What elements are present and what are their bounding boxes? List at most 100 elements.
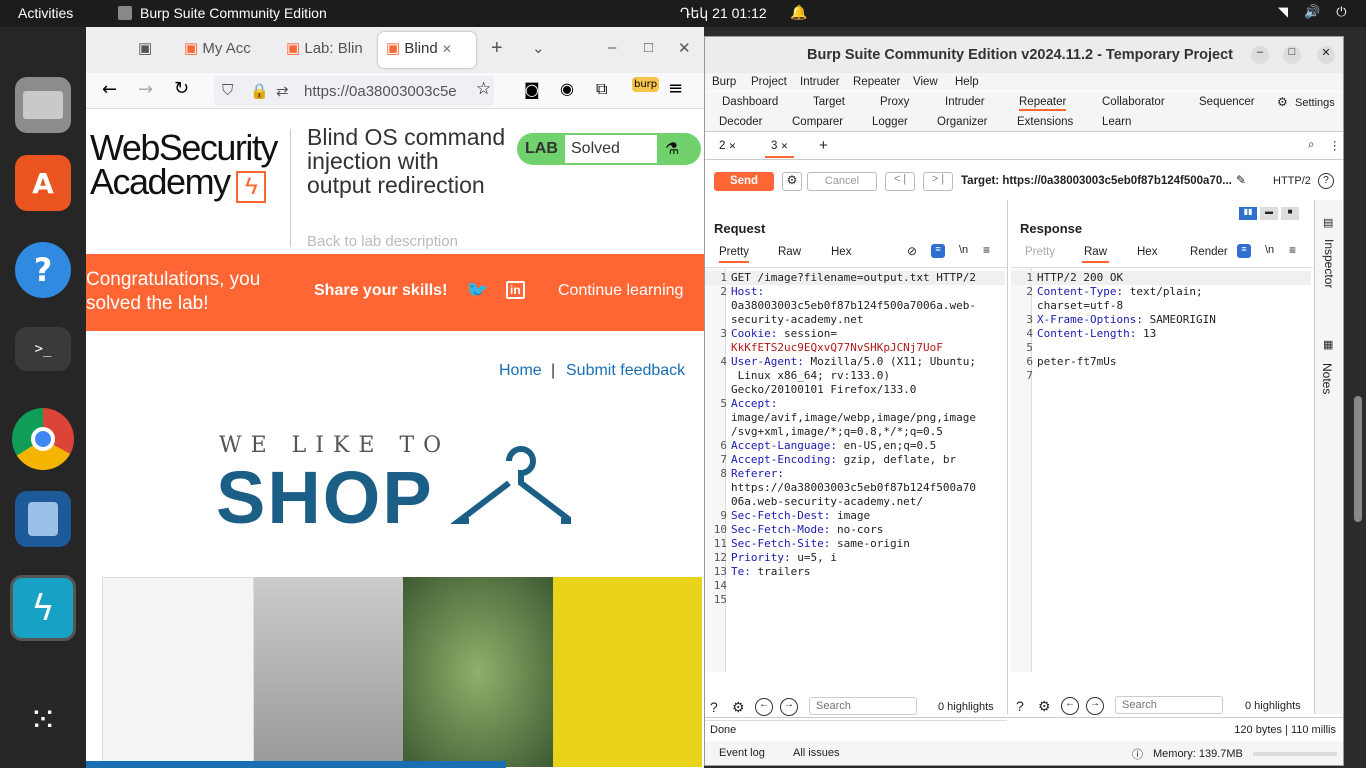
chrome-icon[interactable]	[12, 408, 74, 470]
product-image-man[interactable]	[253, 577, 403, 767]
history-forward-icon[interactable]: > |	[923, 172, 953, 191]
help-circle-icon[interactable]: ?	[710, 699, 718, 715]
close-icon[interactable]: ✕	[781, 141, 789, 151]
tab-repeater[interactable]: Repeater	[1019, 96, 1067, 111]
menu-intruder[interactable]: Intruder	[800, 76, 840, 88]
newline-toggle[interactable]: \n	[959, 244, 968, 256]
newline-toggle[interactable]: \n	[1265, 244, 1274, 256]
clock[interactable]: Դեկ 21 01:12	[680, 5, 767, 22]
help-circle-icon[interactable]: ?	[1016, 698, 1024, 714]
forward-icon[interactable]: →	[138, 79, 153, 100]
close-icon[interactable]: ✕	[729, 141, 737, 151]
menu-project[interactable]: Project	[751, 76, 787, 88]
product-image-sketch[interactable]	[102, 577, 254, 767]
menu-icon[interactable]: ≡	[668, 78, 683, 99]
back-icon[interactable]: ←	[102, 79, 117, 100]
search-icon[interactable]: ⌕	[1308, 139, 1314, 152]
reload-icon[interactable]: ↻	[174, 78, 189, 99]
response-menu-icon[interactable]: ≡	[1289, 243, 1296, 257]
account-icon[interactable]: ◉	[560, 79, 574, 98]
cancel-button[interactable]: Cancel	[807, 172, 877, 191]
help-circle-icon[interactable]: ?	[1318, 173, 1334, 189]
software-store-icon[interactable]: A	[15, 155, 71, 211]
more-options-icon[interactable]: ⋮	[1329, 138, 1341, 152]
maximize-icon[interactable]: □	[644, 39, 653, 56]
tab-organizer[interactable]: Organizer	[937, 116, 988, 128]
virtualbox-icon[interactable]	[15, 491, 71, 547]
system-tray[interactable]: ◥ 🔊 ⏻	[1278, 4, 1346, 20]
wrap-icon[interactable]: ≡	[931, 244, 945, 258]
history-back-icon[interactable]: < |	[885, 172, 915, 191]
tab-dashboard[interactable]: Dashboard	[722, 96, 778, 108]
browser-tab-blind-active[interactable]: ▣ Blind ✕	[378, 32, 476, 68]
minimize-icon[interactable]: –	[608, 39, 616, 56]
response-editor[interactable]: 1 HTTP/2 200 OK 2 Content-Type: text/plain;…	[1011, 267, 1313, 672]
menu-repeater[interactable]: Repeater	[853, 76, 900, 88]
response-view-raw[interactable]: Raw	[1082, 246, 1110, 263]
hide-icon[interactable]: ⊘	[907, 244, 917, 258]
bell-icon[interactable]: 🔔	[790, 4, 807, 21]
request-view-raw[interactable]: Raw	[778, 246, 801, 258]
settings-icon[interactable]: ⚙	[732, 699, 745, 716]
home-link[interactable]: Home	[499, 362, 542, 380]
request-editor[interactable]: 1 GET /image?filename=output.txt HTTP/2 2 H…	[705, 267, 1007, 672]
close-window-icon[interactable]: ✕	[678, 39, 691, 57]
tab-overview-icon[interactable]: ▣	[138, 39, 152, 57]
notes-tab[interactable]: Notes	[1320, 363, 1334, 403]
request-menu-icon[interactable]: ≡	[983, 243, 990, 257]
send-button[interactable]: Send	[714, 172, 774, 191]
burp-suite-icon[interactable]: ϟ	[10, 575, 76, 641]
menu-burp[interactable]: Burp	[712, 76, 736, 88]
active-app-indicator[interactable]: Burp Suite Community Edition	[118, 5, 327, 21]
linkedin-icon[interactable]: in	[506, 281, 525, 299]
settings-icon[interactable]: ⚙	[1277, 95, 1288, 109]
product-image-teeth[interactable]	[403, 577, 553, 767]
product-image-game[interactable]	[552, 577, 702, 767]
tab-intruder[interactable]: Intruder	[945, 96, 985, 108]
request-view-pretty[interactable]: Pretty	[719, 246, 750, 263]
next-match-icon[interactable]: →	[780, 698, 798, 716]
tab-extensions[interactable]: Extensions	[1017, 116, 1073, 128]
menu-help[interactable]: Help	[955, 76, 979, 88]
response-view-hex[interactable]: Hex	[1137, 246, 1157, 258]
app-grid-icon[interactable]: ⁙	[15, 692, 71, 748]
notes-icon[interactable]: ▦	[1323, 338, 1333, 351]
send-options-icon[interactable]: ⚙	[782, 172, 802, 191]
tab-comparer[interactable]: Comparer	[792, 116, 843, 128]
files-icon[interactable]	[15, 77, 71, 133]
menu-view[interactable]: View	[913, 76, 938, 88]
help-icon[interactable]: ?	[15, 242, 71, 298]
settings-icon[interactable]: ⚙	[1038, 698, 1051, 715]
wrap-icon[interactable]: ≡	[1237, 244, 1251, 258]
tab-proxy[interactable]: Proxy	[880, 96, 909, 108]
new-tab-icon[interactable]: +	[491, 37, 503, 60]
tab-learn[interactable]: Learn	[1102, 116, 1131, 128]
burp-close-icon[interactable]: ✕	[1317, 46, 1335, 64]
terminal-icon[interactable]: >_	[15, 327, 71, 371]
tab-settings[interactable]: Settings	[1295, 97, 1335, 109]
tab-decoder[interactable]: Decoder	[719, 116, 762, 128]
request-view-hex[interactable]: Hex	[831, 246, 851, 258]
activities-button[interactable]: Activities	[18, 5, 73, 21]
edit-target-icon[interactable]: ✎	[1236, 173, 1246, 187]
inspector-icon[interactable]: ▤	[1323, 216, 1333, 229]
browser-tab-lab[interactable]: ▣ Lab: Blin	[286, 39, 363, 57]
all-issues-button[interactable]: All issues	[793, 747, 839, 759]
academy-logo[interactable]: WebSecurity Academy ϟ	[90, 130, 278, 203]
response-view-pretty[interactable]: Pretty	[1025, 246, 1055, 258]
tab-logger[interactable]: Logger	[872, 116, 908, 128]
inspector-tab[interactable]: Inspector	[1322, 239, 1336, 303]
burp-maximize-icon[interactable]: □	[1283, 46, 1301, 64]
next-match-icon[interactable]: →	[1086, 697, 1104, 715]
tab-collaborator[interactable]: Collaborator	[1102, 96, 1165, 108]
request-search-input[interactable]	[809, 697, 917, 715]
burp-minimize-icon[interactable]: –	[1251, 46, 1269, 64]
add-tab-icon[interactable]: +	[819, 137, 828, 154]
desktop-scrollbar[interactable]	[1354, 396, 1362, 522]
tab-sequencer[interactable]: Sequencer	[1199, 96, 1255, 108]
response-search-input[interactable]	[1115, 696, 1223, 714]
browser-tab-my-account[interactable]: ▣ My Acc	[184, 39, 251, 57]
tab-target[interactable]: Target	[813, 96, 845, 108]
target-label[interactable]: Target: https://0a38003003c5eb0f87b124f5…	[961, 175, 1232, 187]
extensions-icon[interactable]: ⧉	[596, 79, 607, 99]
